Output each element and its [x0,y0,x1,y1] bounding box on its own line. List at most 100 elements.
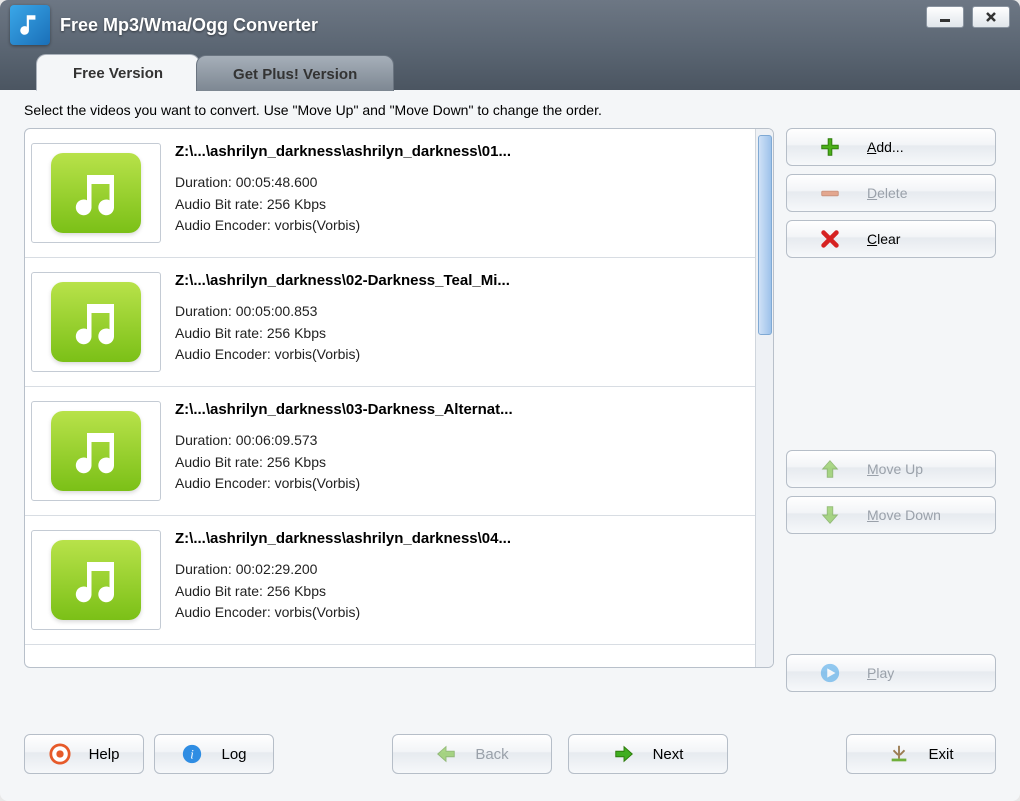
help-button[interactable]: Help [24,734,144,774]
clear-button[interactable]: Clear [786,220,996,258]
encoder-value: vorbis(Vorbis) [275,475,361,491]
play-label: Play [867,665,894,681]
titlebar: Free Mp3/Wma/Ogg Converter [0,0,1020,50]
main-row: Z:\...\ashrilyn_darkness\ashrilyn_darkne… [24,128,996,700]
clear-label: Clear [867,231,900,247]
back-button[interactable]: Back [392,734,552,774]
content-area: Select the videos you want to convert. U… [0,90,1020,716]
list-item[interactable]: Z:\...\ashrilyn_darkness\02-Darkness_Tea… [25,258,755,387]
duration-label: Duration: [175,174,232,190]
help-label: Help [89,746,120,763]
file-list[interactable]: Z:\...\ashrilyn_darkness\ashrilyn_darkne… [25,129,755,667]
play-button[interactable]: Play [786,654,996,692]
file-list-panel: Z:\...\ashrilyn_darkness\ashrilyn_darkne… [24,128,774,668]
exit-button[interactable]: Exit [846,734,996,774]
info-icon: i [181,743,203,765]
exit-label: Exit [928,746,953,763]
app-window: Free Mp3/Wma/Ogg Converter Free Version … [0,0,1020,801]
list-item[interactable]: Z:\...\ashrilyn_darkness\ashrilyn_darkne… [25,129,755,258]
item-path: Z:\...\ashrilyn_darkness\02-Darkness_Tea… [175,272,745,289]
footer-mid: Back Next [392,734,728,774]
bitrate-value: 256 Kbps [267,583,326,599]
item-info: Z:\...\ashrilyn_darkness\03-Darkness_Alt… [175,401,745,501]
close-button[interactable] [972,6,1010,28]
move-up-button[interactable]: Move Up [786,450,996,488]
arrow-down-icon [819,504,841,526]
item-info: Z:\...\ashrilyn_darkness\ashrilyn_darkne… [175,143,745,243]
duration-label: Duration: [175,303,232,319]
next-button[interactable]: Next [568,734,728,774]
item-thumbnail [31,272,161,372]
list-item[interactable]: Z:\...\ashrilyn_darkness\ashrilyn_darkne… [25,516,755,645]
minimize-icon [938,10,952,24]
item-info: Z:\...\ashrilyn_darkness\ashrilyn_darkne… [175,530,745,630]
bitrate-value: 256 Kbps [267,325,326,341]
bitrate-label: Audio Bit rate: [175,454,263,470]
bitrate-value: 256 Kbps [267,196,326,212]
item-thumbnail [31,401,161,501]
arrow-up-icon [819,458,841,480]
item-path: Z:\...\ashrilyn_darkness\ashrilyn_darkne… [175,530,745,547]
item-thumbnail [31,143,161,243]
duration-value: 00:05:48.600 [236,174,318,190]
scrollbar[interactable] [755,129,773,667]
item-path: Z:\...\ashrilyn_darkness\ashrilyn_darkne… [175,143,745,160]
side-button-column: Add... Delete Clear [786,128,996,700]
x-icon [819,228,841,250]
music-note-icon [51,153,141,233]
item-meta: Duration: 00:05:00.853 Audio Bit rate: 2… [175,301,745,366]
encoder-value: vorbis(Vorbis) [275,604,361,620]
add-label: Add... [867,139,904,155]
duration-value: 00:02:29.200 [236,561,318,577]
minimize-button[interactable] [926,6,964,28]
add-button[interactable]: Add... [786,128,996,166]
list-item[interactable]: Z:\...\ashrilyn_darkness\03-Darkness_Alt… [25,387,755,516]
exit-icon [888,743,910,765]
tab-bar: Free Version Get Plus! Version [0,50,1020,90]
minus-icon [819,182,841,204]
music-note-icon [51,282,141,362]
plus-icon [819,136,841,158]
item-meta: Duration: 00:06:09.573 Audio Bit rate: 2… [175,430,745,495]
back-label: Back [475,746,508,763]
instruction-text: Select the videos you want to convert. U… [24,102,996,118]
svg-text:i: i [191,748,195,762]
help-icon [49,743,71,765]
tab-free-version[interactable]: Free Version [36,54,200,91]
tab-plus-version[interactable]: Get Plus! Version [196,55,394,91]
item-meta: Duration: 00:05:48.600 Audio Bit rate: 2… [175,172,745,237]
app-icon [10,5,50,45]
footer: Help i Log Back Next [0,734,1020,774]
bitrate-label: Audio Bit rate: [175,325,263,341]
scroll-thumb[interactable] [758,135,772,335]
encoder-value: vorbis(Vorbis) [275,346,361,362]
item-meta: Duration: 00:02:29.200 Audio Bit rate: 2… [175,559,745,624]
encoder-label: Audio Encoder: [175,604,271,620]
encoder-label: Audio Encoder: [175,475,271,491]
move-down-label: Move Down [867,507,941,523]
arrow-right-icon [613,743,635,765]
item-info: Z:\...\ashrilyn_darkness\02-Darkness_Tea… [175,272,745,372]
duration-label: Duration: [175,432,232,448]
bitrate-label: Audio Bit rate: [175,196,263,212]
music-note-icon [51,540,141,620]
item-path: Z:\...\ashrilyn_darkness\03-Darkness_Alt… [175,401,745,418]
duration-value: 00:06:09.573 [236,432,318,448]
close-icon [984,10,998,24]
footer-left: Help i Log [24,734,274,774]
app-title: Free Mp3/Wma/Ogg Converter [60,15,318,36]
next-label: Next [653,746,684,763]
delete-button[interactable]: Delete [786,174,996,212]
bitrate-value: 256 Kbps [267,454,326,470]
move-down-button[interactable]: Move Down [786,496,996,534]
delete-label: Delete [867,185,907,201]
item-thumbnail [31,530,161,630]
arrow-left-icon [435,743,457,765]
window-controls [926,6,1010,28]
log-button[interactable]: i Log [154,734,274,774]
play-icon [819,662,841,684]
duration-value: 00:05:00.853 [236,303,318,319]
bitrate-label: Audio Bit rate: [175,583,263,599]
footer-right: Exit [846,734,996,774]
move-up-label: Move Up [867,461,923,477]
